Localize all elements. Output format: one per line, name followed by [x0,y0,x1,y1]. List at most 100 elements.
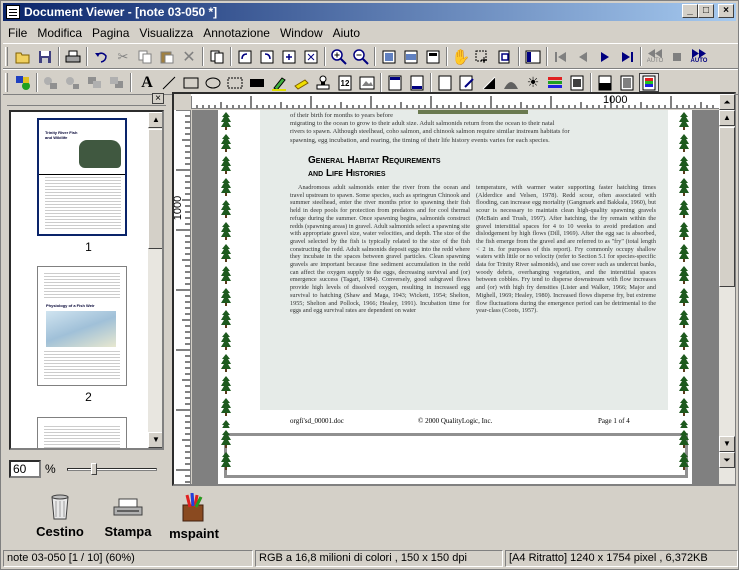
cut-icon[interactable]: ✂ [113,47,133,66]
stop-icon[interactable] [667,47,687,66]
select-tool-icon[interactable] [473,47,493,66]
properties-icon[interactable] [457,73,477,92]
brightness-icon[interactable] [479,73,499,92]
save-icon[interactable] [35,47,55,66]
scroll-top-icon[interactable]: ⏶ [719,94,735,110]
fit-page-icon[interactable] [379,47,399,66]
highlighter-icon[interactable] [269,73,289,92]
undo-icon[interactable] [91,47,111,66]
thumbnail-page-1[interactable]: Trinity River Fish and Wildlife [37,118,127,236]
viewer-scroll-down-icon[interactable]: ▼ [719,436,735,452]
scroll-up-icon[interactable]: ▲ [148,112,162,128]
zoom-in-icon[interactable] [329,47,349,66]
document-viewer: 1000 1000 of their birth for months to y… [172,92,736,486]
copy-icon[interactable] [135,47,155,66]
scroll-bottom-icon[interactable]: ⏷ [719,452,735,468]
viewer-scrollbar[interactable]: ⏶ ▲ ▼ ⏷ [719,94,735,484]
thumbnail-page-2[interactable]: Physiology of a Fish Weir [37,266,127,386]
zoom-slider-track[interactable] [67,468,157,471]
header-icon[interactable] [385,73,405,92]
title-bar[interactable]: Document Viewer - [note 03-050 *] [3,3,736,21]
page-setup-icon[interactable] [435,73,455,92]
image-annot-icon[interactable] [357,73,377,92]
scroll-thumb[interactable] [148,129,162,249]
viewer-scroll-up-icon[interactable]: ▲ [719,110,735,126]
thumbnails-panel-icon[interactable] [523,47,543,66]
mirror-icon[interactable] [301,47,321,66]
sun-icon[interactable]: ☀ [523,73,543,92]
color-page-icon[interactable] [639,73,659,92]
marker-icon[interactable] [291,73,311,92]
paste-icon[interactable] [157,47,177,66]
color-balance-icon[interactable] [545,73,565,92]
tree-ornament [679,222,689,237]
stamp-icon[interactable] [313,73,333,92]
prev-page-icon[interactable] [573,47,593,66]
mspaint-shortcut[interactable]: mspaint [159,492,229,541]
contrast-icon[interactable] [501,73,521,92]
gray-page-icon[interactable] [617,73,637,92]
app-icon[interactable] [6,5,20,19]
thumbnail-list[interactable]: Trinity River Fish and Wildlife 1 Physio… [9,110,164,450]
toolbar-grip-2[interactable] [5,73,8,92]
group-icon[interactable] [41,73,61,92]
menu-visualizza[interactable]: Visualizza [134,26,198,40]
bw-icon[interactable] [595,73,615,92]
ungroup-icon[interactable] [63,73,83,92]
menu-aiuto[interactable]: Aiuto [328,26,365,40]
heading-line-1: General Habitat Requirements [308,155,441,166]
page-canvas[interactable]: of their birth for months to years befor… [192,110,719,484]
zoom-slider-thumb[interactable] [91,463,97,475]
menu-pagina[interactable]: Pagina [87,26,134,40]
close-panel-icon[interactable]: × [152,93,164,104]
page-number-icon[interactable]: 12 [335,73,355,92]
print-shortcut[interactable]: Stampa [93,493,163,539]
hand-tool-icon[interactable]: ✋ [451,47,471,66]
toolbar-grip[interactable] [5,47,8,66]
crop-icon[interactable] [495,47,515,66]
close-button[interactable]: × [718,4,734,18]
menu-annotazione[interactable]: Annotazione [198,26,275,40]
menu-window[interactable]: Window [275,26,328,40]
first-page-icon[interactable] [551,47,571,66]
zoom-input[interactable]: 60 [9,460,41,478]
last-page-icon[interactable] [617,47,637,66]
footer-icon[interactable] [407,73,427,92]
fit-width-icon[interactable] [401,47,421,66]
rectangle-tool-icon[interactable] [181,73,201,92]
scroll-down-icon[interactable]: ▼ [148,432,162,448]
maximize-button[interactable]: □ [698,4,714,18]
tree-ornament [221,222,231,237]
print-icon[interactable] [63,47,83,66]
bring-front-icon[interactable] [85,73,105,92]
dashed-rect-icon[interactable] [225,73,245,92]
rotate-left-icon[interactable] [235,47,255,66]
intro-line-4: spawning, egg incubation, and rearing, t… [290,136,550,144]
actual-size-icon[interactable] [423,47,443,66]
next-page-icon[interactable] [595,47,615,66]
flip-icon[interactable] [279,47,299,66]
ellipse-tool-icon[interactable] [203,73,223,92]
viewer-scroll-thumb[interactable] [719,127,735,287]
auto-next-icon[interactable]: AUTO [689,47,709,66]
filled-rect-icon[interactable] [247,73,267,92]
duplicate-page-icon[interactable] [207,47,227,66]
open-icon[interactable] [13,47,33,66]
annotation-mode-icon[interactable] [13,73,33,92]
tree-trunk [683,303,685,306]
line-tool-icon[interactable] [159,73,179,92]
thumbnail-page-3[interactable] [37,417,127,448]
footer-copyright: © 2000 QualityLogic, Inc. [418,417,493,425]
auto-prev-icon[interactable]: AUTO [645,47,665,66]
rotate-right-icon[interactable] [257,47,277,66]
send-back-icon[interactable] [107,73,127,92]
delete-icon[interactable]: ✕ [179,47,199,66]
text-tool-icon[interactable]: A [137,73,157,92]
trash-shortcut[interactable]: Cestino [25,493,95,539]
menu-file[interactable]: File [3,26,32,40]
thumbnail-scrollbar[interactable]: ▲ ▼ [148,112,162,448]
minimize-button[interactable]: _ [682,4,698,18]
menu-modifica[interactable]: Modifica [32,26,87,40]
grayscale-icon[interactable] [567,73,587,92]
zoom-out-icon[interactable] [351,47,371,66]
